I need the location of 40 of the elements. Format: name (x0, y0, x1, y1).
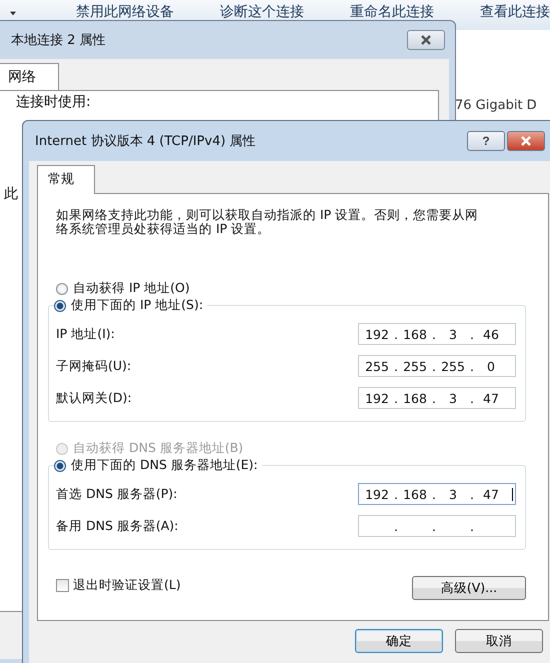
checkbox[interactable] (56, 578, 69, 592)
description-text: 如果网络支持此功能，则可以获取自动指派的 IP 设置。否则，您需要从网络系统管理员处获得适当的 IP 设置。 (56, 208, 480, 236)
tab[interactable]: 常规 (37, 165, 95, 194)
ip-address-field[interactable]: . . . (358, 515, 516, 537)
radio-label: 使用下面的 IP 地址(S): (71, 297, 204, 314)
field-label: 子网掩码(U): (56, 358, 132, 374)
ok-button[interactable]: 确定 (355, 629, 443, 653)
toolbar-item[interactable]: 禁用此网络设备 (76, 4, 174, 20)
field-label: IP 地址(I): (56, 326, 115, 342)
radio-button[interactable] (56, 282, 68, 294)
close-icon (519, 136, 533, 146)
window-title: 本地连接 2 属性 (11, 32, 106, 49)
ip-address-field[interactable]: 192 . 168 . 3 . 47 (358, 387, 516, 409)
help-button[interactable]: ? (467, 131, 505, 151)
field-label: 连接时使用: (16, 93, 91, 111)
advanced-button[interactable]: 高级(V)... (412, 576, 526, 600)
section-label: 此 (4, 185, 18, 203)
dialog-title: Internet 协议版本 4 (TCP/IPv4) 属性 (35, 133, 256, 150)
ip-address-field[interactable]: 192 . 168 . 3 . 46 (358, 323, 516, 345)
cancel-button[interactable]: 取消 (455, 629, 543, 653)
toolbar-item[interactable]: 诊断这个连接 (220, 4, 304, 20)
radio-label: 使用下面的 DNS 服务器地址(E): (71, 457, 258, 474)
field-label: 首选 DNS 服务器(P): (56, 486, 178, 502)
radio-label: 自动获得 DNS 服务器地址(B) (73, 440, 244, 457)
radio-label: 自动获得 IP 地址(O) (73, 280, 190, 297)
close-icon (419, 35, 433, 45)
ip-address-field[interactable]: 255 . 255 . 255 . 0 (358, 355, 516, 377)
toolbar-item[interactable]: 重命名此连接 (350, 4, 434, 20)
adapter-name: 76 Gigabit D (455, 98, 537, 113)
close-button[interactable] (507, 131, 545, 151)
caret-icon[interactable] (10, 11, 16, 16)
close-button[interactable] (407, 30, 445, 50)
ip-address-field[interactable]: 192 . 168 . 3 . 47 (358, 483, 516, 505)
tab[interactable]: 网络 (0, 63, 59, 90)
checkbox-label: 退出时验证设置(L) (73, 576, 181, 594)
field-label: 默认网关(D): (56, 390, 132, 406)
radio-button[interactable] (54, 460, 66, 472)
radio-button[interactable] (54, 300, 66, 312)
toolbar-item[interactable]: 查看此连接 (480, 4, 550, 20)
field-label: 备用 DNS 服务器(A): (56, 518, 178, 534)
